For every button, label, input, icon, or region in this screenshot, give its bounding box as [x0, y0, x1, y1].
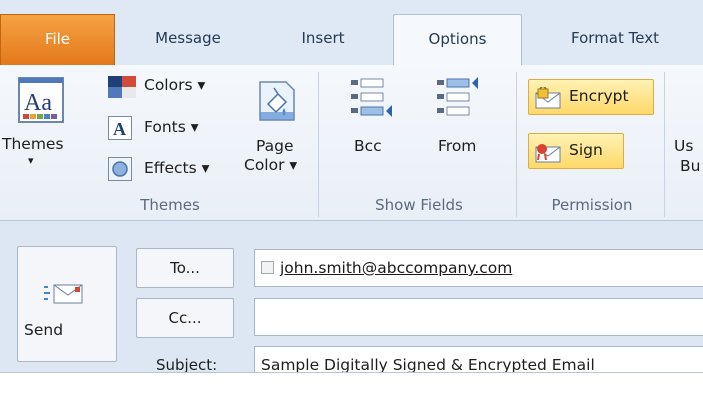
encrypt-label: Encrypt: [569, 87, 629, 105]
to-button[interactable]: To...: [136, 248, 234, 288]
sign-label: Sign: [569, 141, 603, 159]
themes-icon: Aa: [18, 77, 64, 123]
tab-format-text[interactable]: Format Text: [535, 14, 695, 66]
themes-button[interactable]: Aa Themes ▾: [2, 74, 100, 194]
recipient-status-icon: [261, 261, 274, 274]
svg-text:Aa: Aa: [24, 90, 52, 116]
bcc-icon: [351, 78, 392, 117]
sign-button[interactable]: Sign: [528, 133, 624, 169]
page-color-label-line1: Page: [256, 137, 294, 155]
sign-icon: [535, 144, 561, 163]
colors-label: Colors ▾: [144, 76, 206, 94]
cc-field[interactable]: [254, 298, 703, 336]
effects-icon: [108, 157, 132, 181]
send-label: Send: [24, 321, 64, 339]
from-label: From: [438, 137, 477, 155]
to-recipient[interactable]: john.smith@abccompany.com: [280, 259, 512, 277]
message-body[interactable]: [0, 372, 703, 398]
group-separator: [318, 72, 319, 217]
bcc-label: Bcc: [354, 137, 382, 155]
tab-file[interactable]: File: [0, 14, 115, 66]
page-color-icon: [259, 81, 295, 121]
bcc-button[interactable]: Bcc: [338, 74, 408, 194]
colors-button[interactable]: Colors ▾: [106, 72, 246, 100]
chevron-down-icon: ▾: [28, 154, 34, 167]
fonts-button[interactable]: A Fonts ▾: [106, 114, 246, 142]
page-color-label-line2: Color ▾: [244, 156, 298, 174]
group-label-themes: Themes: [140, 196, 200, 214]
cut-off-button-label-line1: Us: [674, 137, 694, 155]
tab-message[interactable]: Message: [128, 14, 248, 66]
colors-icon: [108, 76, 136, 98]
fonts-icon: A: [108, 116, 132, 140]
cut-off-button-label-line2: Bu: [680, 157, 701, 175]
from-icon: [437, 77, 478, 116]
from-button[interactable]: From: [424, 74, 494, 194]
encrypt-button[interactable]: Encrypt: [528, 79, 654, 115]
group-separator: [664, 72, 665, 217]
tab-options[interactable]: Options: [393, 14, 522, 68]
send-button[interactable]: Send: [17, 246, 117, 362]
page-color-button[interactable]: Page Color ▾: [242, 74, 310, 194]
group-separator: [516, 72, 517, 217]
encrypt-icon: [535, 87, 561, 109]
themes-label: Themes: [2, 135, 64, 153]
cc-button[interactable]: Cc...: [136, 298, 234, 338]
group-label-show-fields: Show Fields: [375, 196, 463, 214]
send-icon: [44, 284, 83, 304]
effects-button[interactable]: Effects ▾: [106, 155, 246, 183]
to-field[interactable]: john.smith@abccompany.com: [254, 249, 703, 287]
svg-text:A: A: [113, 119, 126, 139]
fonts-label: Fonts ▾: [144, 118, 199, 136]
effects-label: Effects ▾: [144, 159, 210, 177]
group-label-permission: Permission: [551, 196, 633, 214]
tab-insert[interactable]: Insert: [262, 14, 384, 66]
